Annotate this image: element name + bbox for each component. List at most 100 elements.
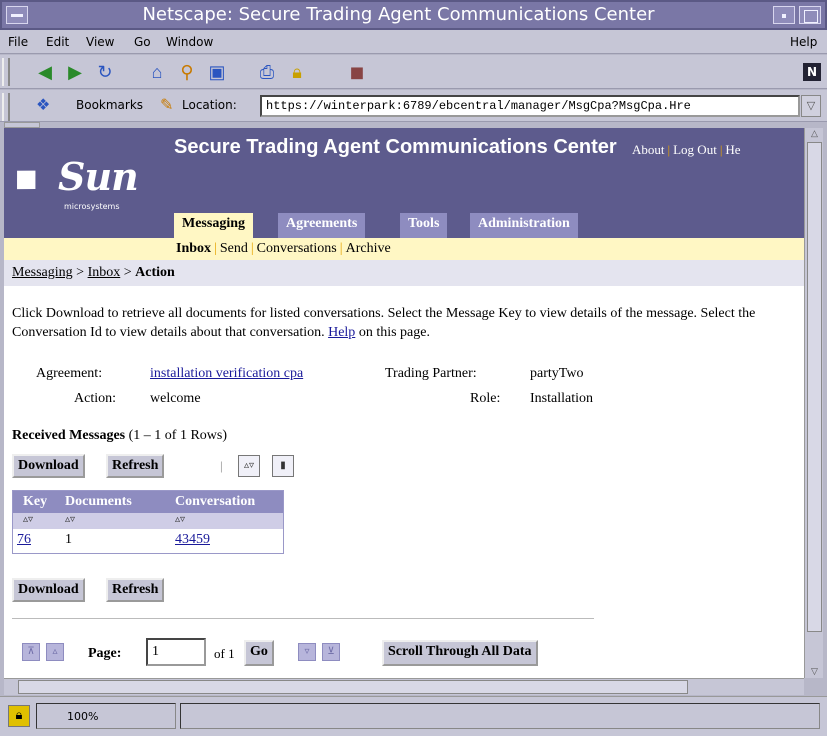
vertical-scrollbar[interactable]: △ ▽ <box>804 128 823 678</box>
vertical-scroll-thumb[interactable] <box>807 142 822 632</box>
help-link[interactable]: Help <box>328 325 355 340</box>
sort-conversation-icon[interactable]: ▵▿ <box>175 514 185 525</box>
breadcrumb-current: Action <box>135 265 175 280</box>
tab-messaging[interactable]: Messaging <box>174 213 253 240</box>
page-content: ◆ Sun microsystems Secure Trading Agent … <box>4 128 804 678</box>
subnav-inbox[interactable]: Inbox <box>176 241 211 256</box>
window-titlebar[interactable]: Netscape: Secure Trading Agent Communica… <box>0 0 827 30</box>
action-value: welcome <box>150 391 201 406</box>
sort-row: ▵▿ ▵▿ ▵▿ <box>13 513 283 529</box>
partner-label: Trading Partner: <box>385 366 477 381</box>
horizontal-scroll-thumb[interactable] <box>18 680 688 694</box>
bookmarks-label[interactable]: Bookmarks <box>76 98 143 112</box>
location-grip[interactable] <box>2 93 10 121</box>
forward-icon[interactable]: ▶ <box>64 61 86 83</box>
location-toolbar: ❖ Bookmarks ✎ Location: https://winterpa… <box>0 90 827 122</box>
minimize-button[interactable] <box>773 6 795 24</box>
col-conversation: Conversation <box>175 494 256 509</box>
documents-cell: 1 <box>65 532 72 547</box>
scroll-all-button[interactable]: Scroll Through All Data <box>382 640 538 666</box>
menu-edit[interactable]: Edit <box>46 35 69 49</box>
sort-documents-icon[interactable]: ▵▿ <box>65 514 75 525</box>
lock-icon[interactable]: 🔒︎ <box>8 705 30 727</box>
role-value: Installation <box>530 391 593 406</box>
agreement-link[interactable]: installation verification cpa <box>150 366 303 382</box>
security-icon[interactable]: 🔒︎ <box>286 61 308 83</box>
menu-window[interactable]: Window <box>166 35 213 49</box>
tab-agreements[interactable]: Agreements <box>278 213 366 238</box>
sun-diamond-icon: ◆ <box>5 156 50 201</box>
bookmarks-icon[interactable]: ❖ <box>36 95 50 114</box>
stop-icon[interactable]: ◼ <box>346 61 368 83</box>
my-netscape-icon[interactable]: ▣ <box>206 61 228 83</box>
search-icon[interactable]: ⚲ <box>176 61 198 83</box>
breadcrumb-inbox[interactable]: Inbox <box>88 265 121 280</box>
tab-tools[interactable]: Tools <box>400 213 448 238</box>
sort-icon[interactable]: ▵▿ <box>238 455 260 477</box>
window-menu-button[interactable] <box>6 6 28 24</box>
scroll-down-icon[interactable]: ▽ <box>807 666 822 678</box>
page-input[interactable]: 1 <box>146 638 206 666</box>
scroll-up-icon[interactable]: △ <box>807 128 822 140</box>
status-bar: 🔒︎ 100% <box>0 696 827 736</box>
refresh-button-top[interactable]: Refresh <box>106 454 165 478</box>
breadcrumb-messaging[interactable]: Messaging <box>12 265 73 280</box>
maximize-button[interactable] <box>799 6 821 24</box>
messages-table: Key Documents Conversation ▵▿ ▵▿ ▵▿ 76 1… <box>12 490 284 554</box>
home-icon[interactable]: ⌂ <box>146 61 168 83</box>
download-button-top[interactable]: Download <box>12 454 85 478</box>
previous-page-icon[interactable]: ▵ <box>46 643 64 661</box>
url-input[interactable]: https://winterpark:6789/ebcentral/manage… <box>260 95 800 117</box>
intro-text: Click Download to retrieve all documents… <box>12 304 798 342</box>
subnav-conversations[interactable]: Conversations <box>257 241 337 256</box>
subnav-archive[interactable]: Archive <box>346 241 391 256</box>
refresh-button-bottom[interactable]: Refresh <box>106 578 165 602</box>
window-title: Netscape: Secure Trading Agent Communica… <box>142 4 655 25</box>
app-title: Secure Trading Agent Communications Cent… <box>174 136 617 158</box>
about-link[interactable]: About <box>632 142 665 157</box>
go-button[interactable]: Go <box>244 640 274 666</box>
toolbar-grip[interactable] <box>2 58 10 86</box>
zoom-level: 100% <box>36 703 176 729</box>
download-button-bottom[interactable]: Download <box>12 578 85 602</box>
table-row: 76 1 43459 <box>13 529 283 553</box>
agreement-label: Agreement: <box>36 366 103 381</box>
logout-link[interactable]: Log Out <box>673 142 717 157</box>
help-header-link[interactable]: He <box>725 142 740 157</box>
menu-go[interactable]: Go <box>134 35 151 49</box>
action-label: Action: <box>74 391 116 406</box>
reload-icon[interactable]: ↻ <box>94 61 116 83</box>
conversation-link[interactable]: 43459 <box>175 532 210 548</box>
col-documents: Documents <box>65 494 132 509</box>
page-of: of 1 <box>214 646 235 661</box>
print-icon[interactable]: ⎙ <box>256 61 278 83</box>
breadcrumb-sep: > <box>123 265 132 280</box>
subnav-send[interactable]: Send <box>220 241 248 256</box>
first-page-icon[interactable]: ⊼ <box>22 643 40 661</box>
role-label: Role: <box>470 391 501 406</box>
received-title: Received Messages <box>12 428 126 443</box>
header-links: About | Log Out | He <box>632 142 741 157</box>
navigation-toolbar: ◀ ▶ ↻ ⌂ ⚲ ▣ ⎙ 🔒︎ ◼ N <box>0 55 827 89</box>
location-label: Location: <box>182 98 237 112</box>
sort-key-icon[interactable]: ▵▿ <box>23 514 33 525</box>
message-key-link[interactable]: 76 <box>17 532 31 548</box>
back-icon[interactable]: ◀ <box>34 61 56 83</box>
breadcrumb-sep: > <box>76 265 85 280</box>
filter-icon[interactable]: ▮ <box>272 455 294 477</box>
sun-logo-sub: microsystems <box>64 202 120 211</box>
tab-administration[interactable]: Administration <box>470 213 578 238</box>
breadcrumb: Messaging > Inbox > Action <box>4 260 804 286</box>
horizontal-scrollbar[interactable] <box>4 678 804 695</box>
last-page-icon[interactable]: ⊻ <box>322 643 340 661</box>
menu-view[interactable]: View <box>86 35 114 49</box>
next-page-icon[interactable]: ▿ <box>298 643 316 661</box>
menu-help[interactable]: Help <box>790 35 817 49</box>
page-label: Page: <box>88 646 122 661</box>
table-header: Key Documents Conversation <box>13 491 283 513</box>
divider <box>12 618 594 619</box>
menu-bar: File Edit View Go Window Help <box>0 30 827 54</box>
menu-file[interactable]: File <box>8 35 28 49</box>
url-dropdown-icon[interactable]: ▽ <box>801 95 821 117</box>
sun-logo-word: Sun <box>58 154 139 199</box>
